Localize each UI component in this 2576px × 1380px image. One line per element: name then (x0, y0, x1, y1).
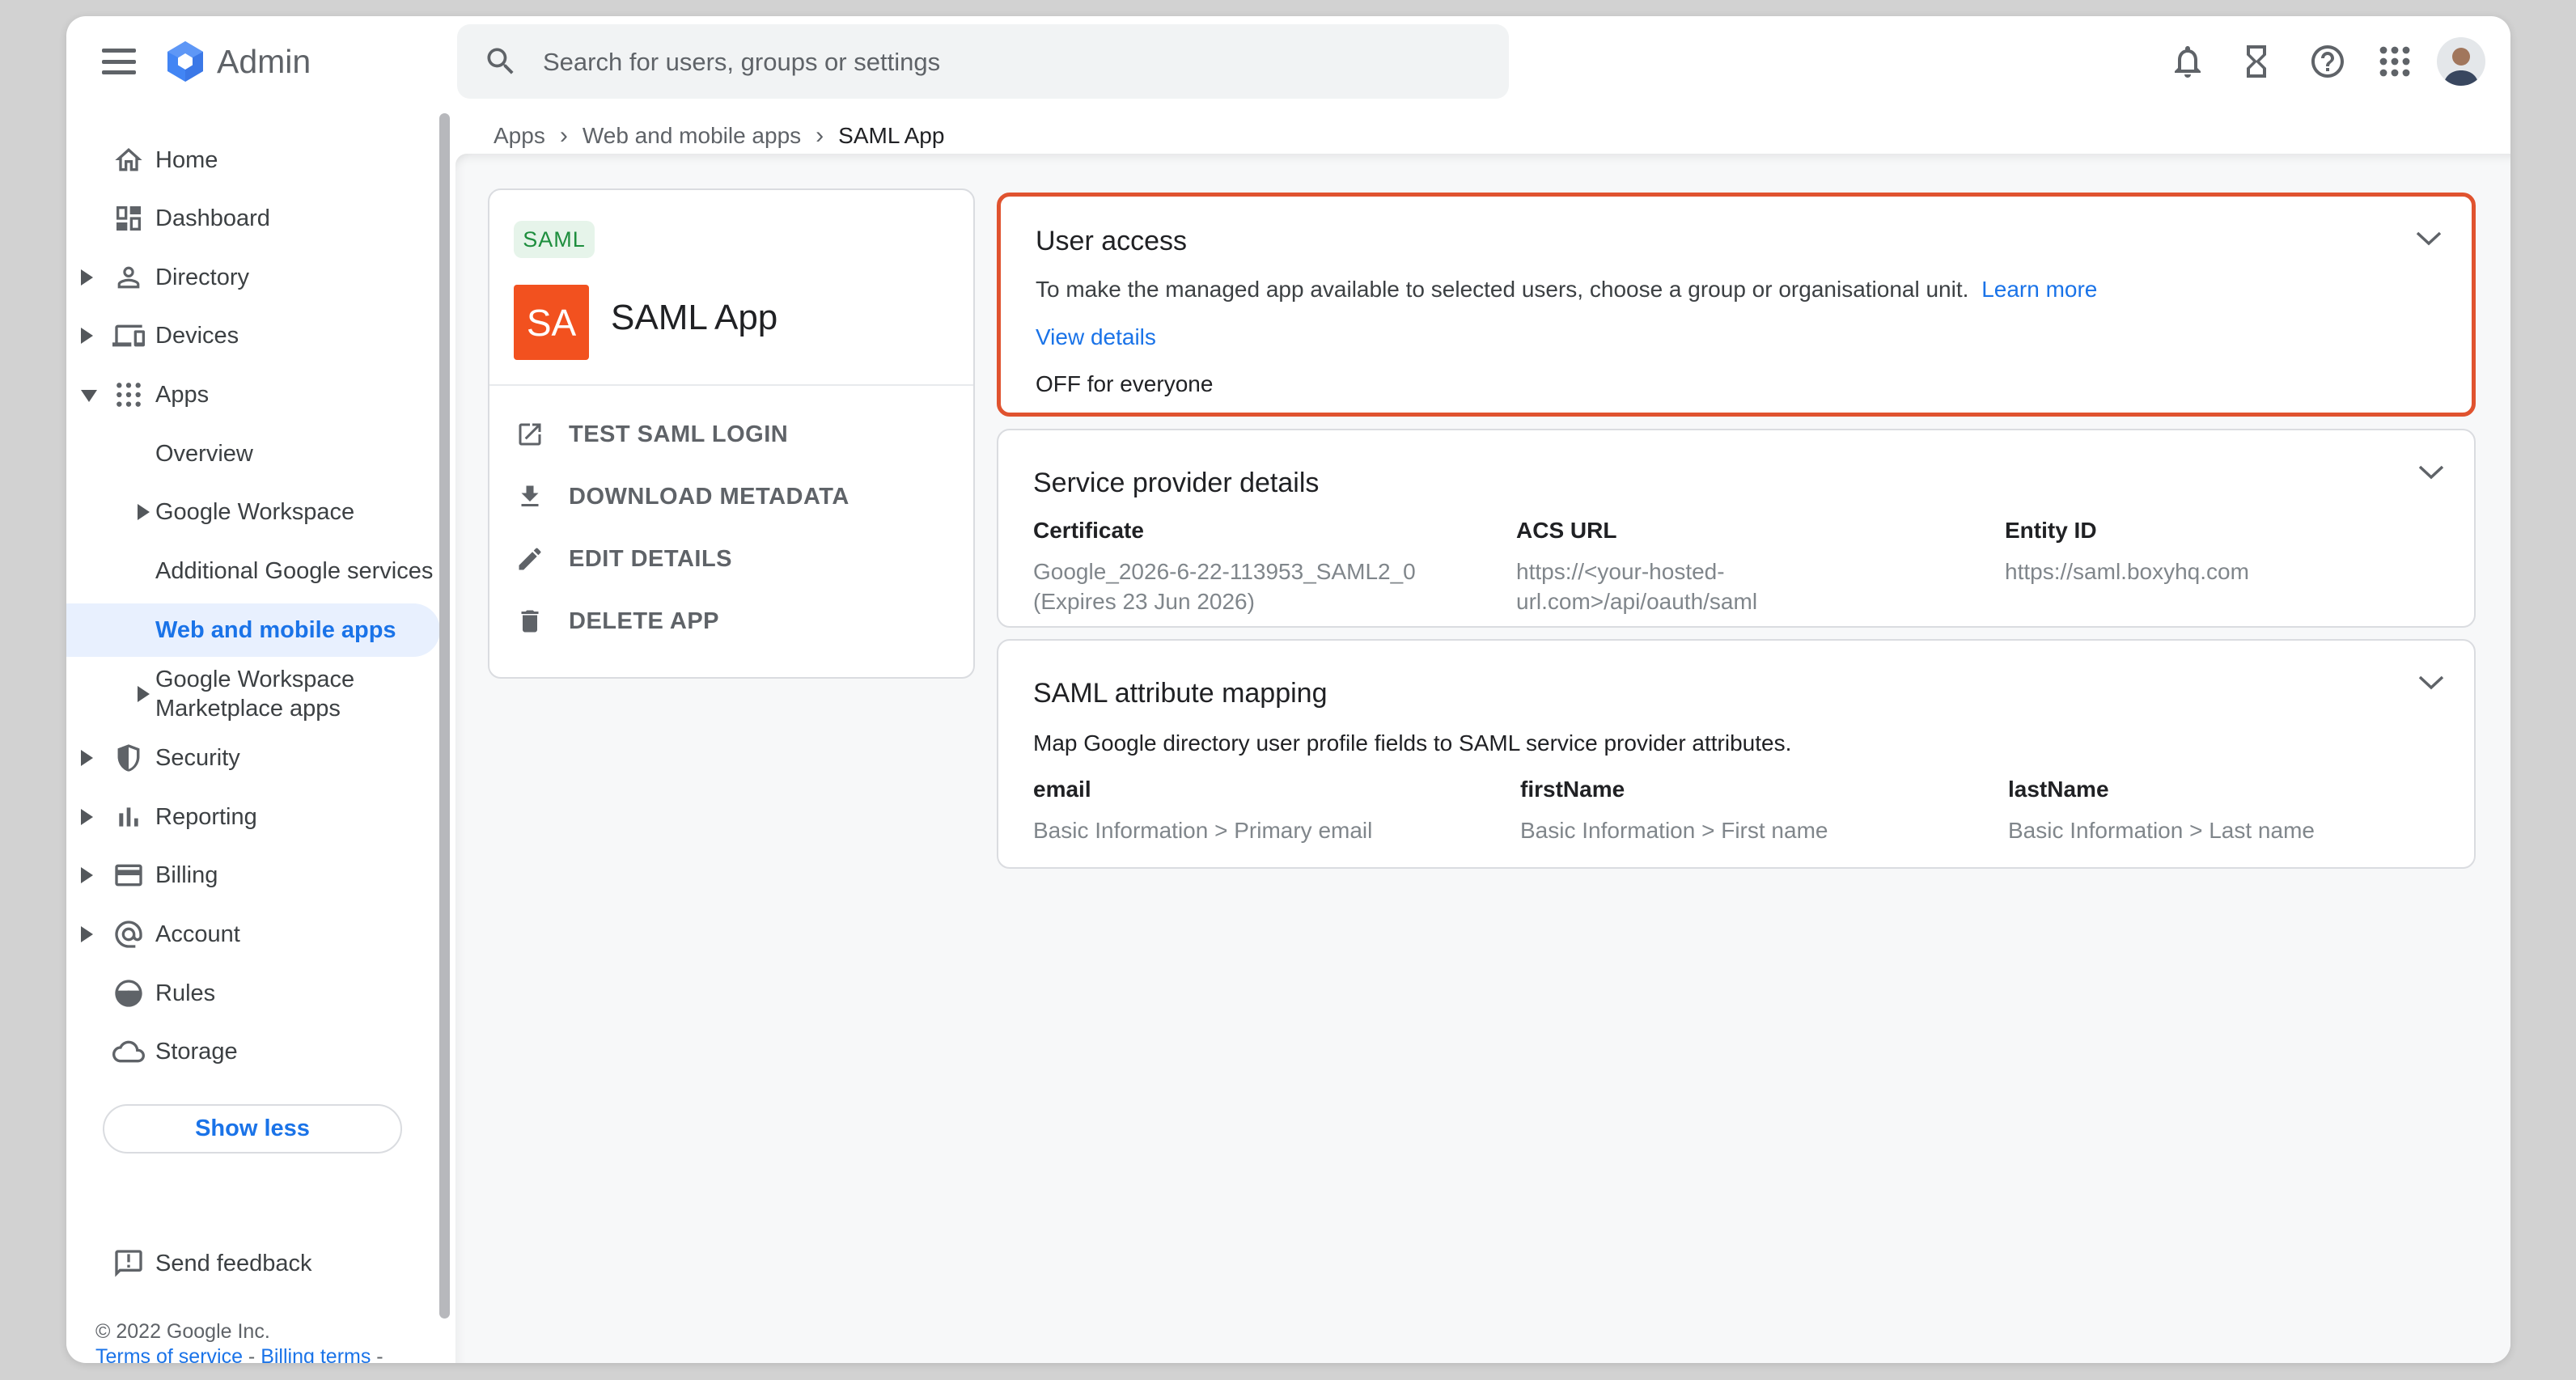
breadcrumb-separator-icon: › (816, 122, 824, 150)
sidebar-scrollbar[interactable] (439, 113, 450, 1319)
apps-icon (112, 379, 145, 411)
sidebar-item-directory[interactable]: Directory (66, 248, 439, 307)
app-initials-avatar: SA (514, 285, 589, 360)
notifications-bell-icon[interactable] (2168, 42, 2207, 81)
acs-url-field: ACS URL https://<your-hosted- url.com>/a… (1516, 518, 1969, 616)
sidebar-item-web-and-mobile-apps[interactable]: Web and mobile apps (66, 603, 439, 657)
lastname-mapping: lastName Basic Information > Last name (2008, 777, 2461, 845)
sidebar-item-security[interactable]: Security (66, 729, 439, 787)
saml-app-card: SAML SA SAML App TEST SAML LOGIN DOWNLOA… (488, 188, 975, 679)
expand-arrow-icon[interactable] (81, 867, 93, 883)
sidebar-item-dashboard[interactable]: Dashboard (66, 189, 439, 248)
sidebar-item-storage[interactable]: Storage (66, 1022, 439, 1081)
at-sign-icon (112, 918, 145, 950)
credit-card-icon (112, 859, 145, 891)
entity-id-value: https://saml.boxyhq.com (2005, 557, 2458, 586)
search-icon (483, 44, 519, 79)
expand-arrow-icon[interactable] (138, 504, 150, 520)
certificate-value: Google_2026-6-22-113953_SAML2_0 (Expires… (1033, 557, 1486, 616)
download-icon (515, 482, 544, 511)
user-access-card[interactable]: User access To make the managed app avai… (997, 193, 2476, 417)
breadcrumb-apps[interactable]: Apps (494, 123, 545, 149)
expand-arrow-icon[interactable] (81, 328, 93, 344)
account-avatar[interactable] (2437, 37, 2485, 86)
steering-wheel-icon (112, 977, 145, 1010)
user-access-title: User access (1036, 226, 1187, 257)
sidebar-item-additional-google-services[interactable]: Additional Google services (66, 542, 439, 600)
legal-links: Terms of service - Billing terms - (95, 1345, 383, 1363)
send-feedback-button[interactable]: Send feedback (66, 1234, 439, 1293)
learn-more-link[interactable]: Learn more (1981, 277, 2097, 302)
bar-chart-icon (112, 801, 145, 833)
dashboard-icon (112, 202, 145, 235)
chevron-down-icon[interactable] (2415, 231, 2443, 247)
entity-id-field: Entity ID https://saml.boxyhq.com (2005, 518, 2458, 586)
attribute-mapping-description: Map Google directory user profile fields… (1033, 730, 1791, 756)
shield-icon (112, 742, 145, 774)
download-metadata-button[interactable]: DOWNLOAD METADATA (489, 466, 973, 527)
person-icon (112, 261, 145, 294)
google-admin-logo (163, 40, 207, 87)
feedback-icon (112, 1247, 145, 1280)
sidebar-item-rules[interactable]: Rules (66, 964, 439, 1022)
global-search (457, 24, 1509, 99)
email-mapping: email Basic Information > Primary email (1033, 777, 1486, 845)
service-provider-card: Service provider details Certificate Goo… (997, 429, 2476, 628)
view-details-link[interactable]: View details (1036, 324, 1156, 350)
expand-arrow-icon[interactable] (81, 269, 93, 286)
expand-arrow-icon[interactable] (81, 750, 93, 766)
apps-grid-icon[interactable] (2375, 42, 2414, 81)
expand-arrow-icon[interactable] (138, 686, 150, 702)
certificate-field: Certificate Google_2026-6-22-113953_SAML… (1033, 518, 1486, 616)
menu-hamburger-icon[interactable] (102, 49, 136, 74)
collapse-arrow-icon[interactable] (81, 390, 97, 402)
search-input[interactable] (541, 24, 1475, 100)
copyright-text: © 2022 Google Inc. (95, 1320, 270, 1344)
chevron-down-icon[interactable] (2417, 464, 2445, 480)
open-in-new-icon (515, 420, 544, 449)
service-provider-title: Service provider details (1033, 468, 1319, 499)
sidebar-item-home[interactable]: Home (66, 131, 439, 189)
cloud-icon (112, 1035, 145, 1068)
user-access-description: To make the managed app available to sel… (1036, 277, 2097, 303)
billing-terms-link[interactable]: Billing terms (261, 1345, 371, 1363)
attribute-mapping-title: SAML attribute mapping (1033, 678, 1328, 709)
attribute-mapping-card: SAML attribute mapping Map Google direct… (997, 639, 2476, 869)
breadcrumb: Apps › Web and mobile apps › SAML App (494, 118, 944, 154)
brand-title: Admin (217, 43, 311, 81)
devices-icon (112, 320, 145, 352)
content-area: SAML SA SAML App TEST SAML LOGIN DOWNLOA… (455, 154, 2510, 1363)
pencil-icon (515, 544, 544, 574)
sidebar-item-account[interactable]: Account (66, 905, 439, 963)
divider (489, 384, 973, 386)
user-access-status: OFF for everyone (1036, 371, 1213, 397)
test-saml-login-button[interactable]: TEST SAML LOGIN (489, 404, 973, 465)
sidebar-item-gw-marketplace-apps[interactable]: Google Workspace Marketplace apps (66, 665, 439, 723)
trash-icon (515, 607, 544, 636)
edit-details-button[interactable]: EDIT DETAILS (489, 528, 973, 590)
breadcrumb-current: SAML App (838, 123, 944, 149)
chevron-down-icon[interactable] (2417, 675, 2445, 691)
home-icon (112, 144, 145, 176)
firstname-mapping: firstName Basic Information > First name (1520, 777, 1973, 845)
expand-arrow-icon[interactable] (81, 809, 93, 825)
app-title: SAML App (611, 298, 777, 338)
expand-arrow-icon[interactable] (81, 926, 93, 942)
show-less-button[interactable]: Show less (103, 1104, 402, 1154)
sidebar-item-billing[interactable]: Billing (66, 846, 439, 904)
sidebar-item-reporting[interactable]: Reporting (66, 788, 439, 846)
breadcrumb-separator-icon: › (560, 122, 568, 150)
acs-url-value: https://<your-hosted- url.com>/api/oauth… (1516, 557, 1969, 616)
terms-of-service-link[interactable]: Terms of service (95, 1345, 243, 1363)
sidebar-item-apps[interactable]: Apps (66, 366, 439, 424)
sidebar-item-google-workspace[interactable]: Google Workspace (66, 483, 439, 541)
tasks-hourglass-icon[interactable] (2237, 42, 2276, 81)
sidebar-item-overview[interactable]: Overview (66, 425, 439, 483)
saml-type-badge: SAML (514, 221, 595, 258)
sidebar-item-devices[interactable]: Devices (66, 307, 439, 365)
help-icon[interactable] (2308, 42, 2347, 81)
breadcrumb-web-and-mobile-apps[interactable]: Web and mobile apps (583, 123, 801, 149)
delete-app-button[interactable]: DELETE APP (489, 591, 973, 652)
admin-console-window: Admin Apps › Web and mobile apps › SAML … (66, 16, 2510, 1363)
